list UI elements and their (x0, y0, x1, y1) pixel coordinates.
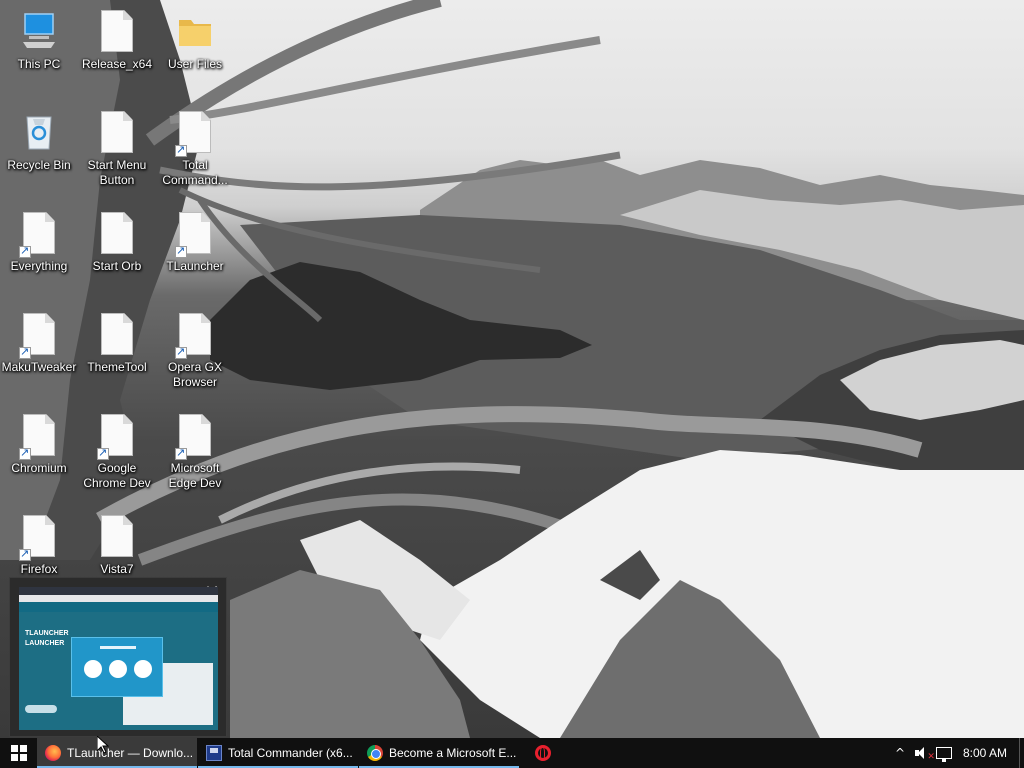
desktop-icon-label: This PC (17, 57, 61, 71)
desktop-icon-label: Opera GX Browser (167, 360, 223, 389)
shortcut-arrow-icon (175, 446, 187, 460)
recycle-bin-icon (19, 111, 59, 155)
thumbnail-address-bar (19, 595, 218, 602)
taskbar-button-total-commander[interactable]: Total Commander (x6... (198, 738, 358, 768)
desktop-icon-label: ThemeTool (87, 360, 147, 374)
desktop-icon-label: Start Orb (92, 259, 142, 273)
desktop-icon-label: Chromium (11, 461, 67, 475)
desktop-icon-start-menu-button[interactable]: Start Menu Button (78, 105, 156, 201)
file-icon (97, 313, 137, 357)
taskbar-thumbnail-preview[interactable]: ✕ TLAUNCHER LAUNCHER (9, 577, 227, 737)
desktop-icon-label: Google Chrome Dev (83, 461, 151, 490)
taskbar: TLauncher — Downlo... Total Commander (x… (0, 738, 1024, 768)
mouse-cursor-icon (96, 734, 110, 754)
thumbnail-logo-text: TLAUNCHER LAUNCHER (25, 629, 69, 649)
desktop-icon-label: User Files (167, 57, 222, 71)
windows-logo-icon (10, 745, 27, 761)
thumbnail-dialog (71, 637, 163, 697)
shortcut-file-icon (19, 515, 59, 561)
start-button[interactable] (0, 738, 37, 768)
file-icon (97, 212, 137, 256)
shortcut-arrow-icon (19, 446, 31, 460)
thumbnail-browser-tabs (19, 587, 218, 595)
desktop-icon-label: Total Command... (162, 158, 228, 187)
thumbnail-window-image[interactable]: TLAUNCHER LAUNCHER (19, 587, 218, 730)
desktop-icon-google-chrome-dev[interactable]: Google Chrome Dev (78, 408, 156, 504)
file-icon (97, 10, 137, 54)
thumbnail-download-button (25, 705, 57, 713)
desktop-icon-opera-gx-browser[interactable]: Opera GX Browser (156, 307, 234, 403)
desktop-icon-label: Release_x64 (81, 57, 153, 71)
shortcut-arrow-icon (19, 244, 31, 258)
thumbnail-dialog-title (100, 646, 136, 649)
desktop-icon-chromium[interactable]: Chromium (0, 408, 78, 504)
taskbar-button-firefox[interactable]: TLauncher — Downlo... (37, 738, 197, 768)
taskbar-pinned-opera-gx[interactable] (520, 738, 566, 768)
taskbar-button-chrome[interactable]: Become a Microsoft E... (359, 738, 519, 768)
shortcut-arrow-icon (175, 143, 187, 157)
shortcut-arrow-icon (175, 345, 187, 359)
tray-overflow-chevron[interactable]: ^ (889, 738, 911, 768)
thumbnail-logo-line1: TLAUNCHER (25, 630, 69, 637)
desktop-icon-this-pc[interactable]: This PC (0, 4, 78, 100)
file-icon (97, 515, 137, 559)
this-pc-icon (19, 10, 59, 54)
shortcut-file-icon (19, 414, 59, 460)
shortcut-file-icon (175, 212, 215, 258)
desktop-icon-start-orb[interactable]: Start Orb (78, 206, 156, 302)
desktop-icon-everything[interactable]: Everything (0, 206, 78, 302)
shortcut-arrow-icon (19, 547, 31, 561)
shortcut-file-icon (19, 313, 59, 359)
desktop-icon-label: Recycle Bin (7, 158, 71, 172)
shortcut-arrow-icon (97, 446, 109, 460)
taskbar-button-label: TLauncher — Downlo... (67, 746, 194, 760)
desktop-icon-label: Everything (10, 259, 68, 273)
network-icon[interactable] (933, 738, 955, 768)
desktop-icon-user-files[interactable]: User Files (156, 4, 234, 100)
shortcut-file-icon (175, 414, 215, 460)
firefox-icon (45, 745, 61, 761)
desktop-icon-label: TLauncher (166, 259, 224, 273)
thumbnail-page-header (19, 602, 218, 612)
desktop-icon-label: Firefox (20, 562, 58, 576)
desktop-icon-release-x64[interactable]: Release_x64 (78, 4, 156, 100)
thumbnail-linux-icon (134, 660, 152, 678)
thumbnail-logo-line2: LAUNCHER (25, 640, 65, 647)
desktop-icon-themetool[interactable]: ThemeTool (78, 307, 156, 403)
desktop-icon-total-commander[interactable]: Total Command... (156, 105, 234, 201)
opera-gx-icon (535, 745, 551, 761)
desktop-icon-label: Microsoft Edge Dev (168, 461, 222, 490)
shortcut-arrow-icon (19, 345, 31, 359)
chrome-icon (367, 745, 383, 761)
taskbar-button-label: Total Commander (x6... (228, 746, 353, 760)
desktop-icon-tlauncher[interactable]: TLauncher (156, 206, 234, 302)
shortcut-file-icon (97, 414, 137, 460)
thumbnail-windows-icon (84, 660, 102, 678)
desktop-icon-label: MakuTweaker (1, 360, 77, 374)
thumbnail-mac-icon (109, 660, 127, 678)
show-desktop-button[interactable] (1019, 738, 1024, 768)
shortcut-file-icon (175, 111, 215, 157)
shortcut-file-icon (19, 212, 59, 258)
volume-muted-icon[interactable]: ✕ (911, 738, 935, 768)
desktop-icon-microsoft-edge-dev[interactable]: Microsoft Edge Dev (156, 408, 234, 504)
shortcut-arrow-icon (175, 244, 187, 258)
desktop-icon-label: Vista7 (100, 562, 134, 576)
desktop-icon-recycle-bin[interactable]: Recycle Bin (0, 105, 78, 201)
clock[interactable]: 8:00 AM (955, 738, 1015, 768)
file-icon (97, 111, 137, 155)
total-commander-icon (206, 745, 222, 761)
desktop-icon-label: Start Menu Button (87, 158, 147, 187)
folder-icon (175, 10, 215, 54)
shortcut-file-icon (175, 313, 215, 359)
system-tray: ^ ✕ 8:00 AM (889, 738, 1024, 768)
desktop-icon-makutweaker[interactable]: MakuTweaker (0, 307, 78, 403)
taskbar-button-label: Become a Microsoft E... (389, 746, 517, 760)
